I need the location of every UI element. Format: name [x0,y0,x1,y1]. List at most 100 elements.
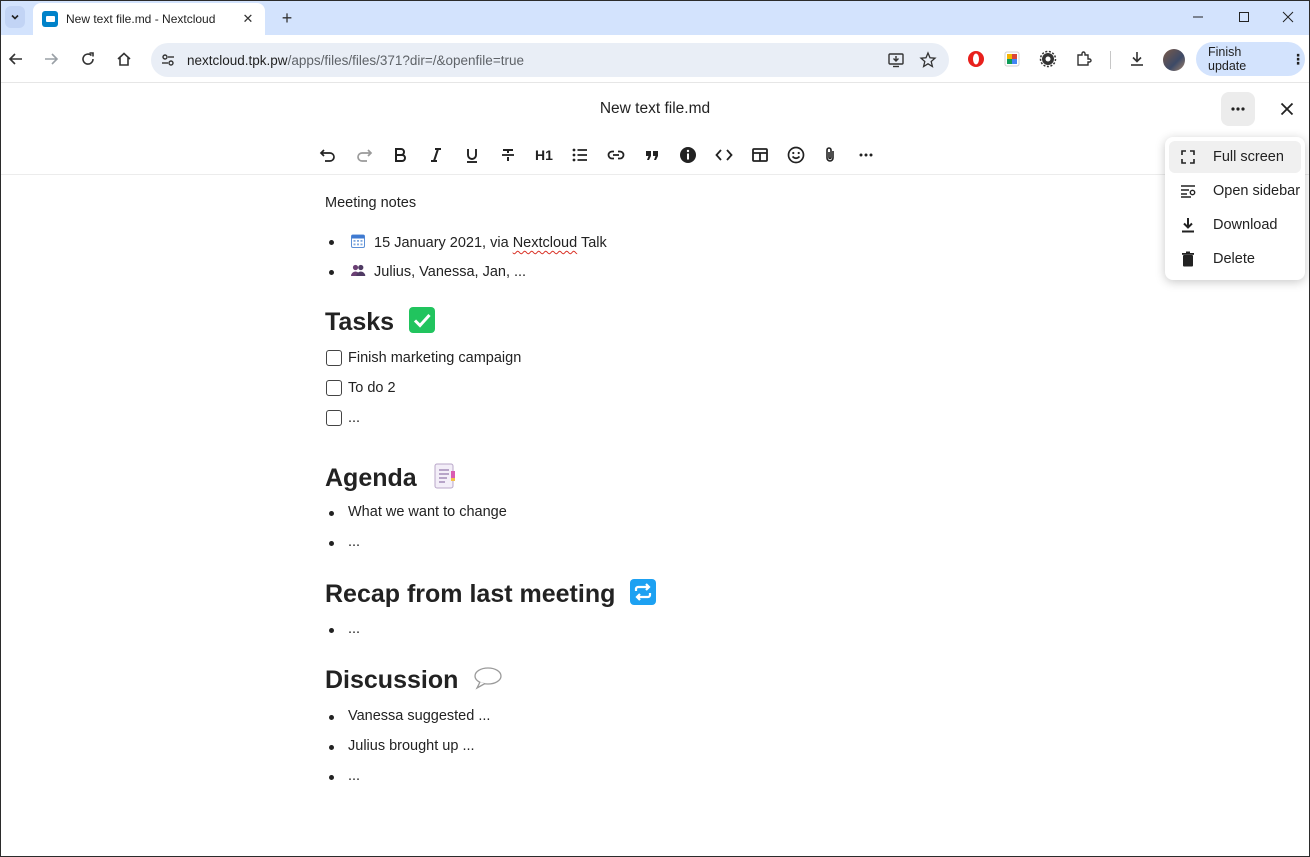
menu-item-delete[interactable]: Delete [1169,243,1301,275]
downloads-icon[interactable] [1125,47,1149,71]
discussion-item: Vanessa suggested ... [348,708,491,724]
more-horizontal-icon [1231,107,1245,111]
menu-item-label: Full screen [1213,149,1284,165]
bold-button[interactable] [388,143,412,167]
underline-button[interactable] [460,143,484,167]
task-checkbox[interactable] [326,350,342,366]
actions-dropdown-menu: Full screen Open sidebar Download Delete [1165,137,1305,280]
code-block-button[interactable] [712,143,736,167]
back-button[interactable] [4,47,28,71]
more-actions-button[interactable] [1221,92,1255,126]
list-bullet [329,715,334,720]
discussion-heading-text: Discussion [325,666,459,695]
browser-tab-active[interactable]: New text file.md - Nextcloud ✕ [33,3,265,35]
discussion-item: ... [348,768,361,784]
attachment-button[interactable] [818,143,842,167]
minimize-button[interactable] [1175,1,1221,33]
blockquote-button[interactable] [640,143,664,167]
maximize-icon [1239,12,1249,22]
underline-icon [467,149,477,163]
people-emoji-icon [350,263,366,281]
agenda-heading: Agenda [325,462,458,497]
tab-close-icon[interactable]: ✕ [239,10,257,28]
site-settings-icon[interactable] [159,51,177,69]
forward-button[interactable] [39,47,63,71]
menu-item-open-sidebar[interactable]: Open sidebar [1169,175,1301,207]
list-bullet [329,511,334,516]
tasks-heading-text: Tasks [325,308,395,337]
quote-icon [646,151,658,160]
opera-extension-icon[interactable] [964,47,988,71]
arrow-left-icon [8,53,22,65]
list-bullet [329,775,334,780]
date-text: 15 January 2021, via [374,234,513,251]
redo-button[interactable] [352,143,376,167]
redo-icon [357,149,373,162]
menu-item-download[interactable]: Download [1169,209,1301,241]
discussion-item: Julius brought up ... [348,738,475,754]
callout-button[interactable] [676,143,700,167]
table-button[interactable] [748,143,772,167]
task-item: To do 2 [348,380,396,396]
arrow-right-icon [45,53,59,65]
close-icon [1280,102,1294,116]
undo-button[interactable] [316,143,340,167]
task-checkbox[interactable] [326,410,342,426]
check-mark-emoji-icon [408,307,435,340]
bold-icon [395,148,406,162]
extensions-puzzle-icon[interactable] [1072,47,1096,71]
paperclip-icon [826,147,834,162]
window-close-button[interactable] [1265,1,1309,33]
profile-avatar[interactable] [1163,49,1185,71]
italic-icon [431,148,441,162]
list-bullet [329,628,334,633]
link-icon [607,150,625,160]
sidebar-icon [1179,182,1197,200]
finish-update-label: Finish update [1208,45,1247,73]
tab-search-button[interactable] [5,6,25,28]
strikethrough-icon [502,149,514,161]
new-tab-button[interactable]: + [277,8,297,28]
date-text-suffix: Talk [577,234,607,251]
menu-item-full-screen[interactable]: Full screen [1169,141,1301,173]
close-icon [1282,11,1294,23]
install-app-icon[interactable] [885,49,907,71]
url-path: /apps/files/files/371?dir=/&openfile=tru… [287,52,524,68]
repeat-emoji-icon [630,579,657,612]
task-checkbox[interactable] [326,380,342,396]
menu-item-label: Open sidebar [1213,183,1301,199]
emoji-button[interactable] [784,143,808,167]
agenda-heading-text: Agenda [325,464,417,493]
color-picker-extension-icon[interactable] [1000,47,1024,71]
finish-update-button[interactable]: Finish update ⋮ [1196,42,1305,76]
list-bullet [329,745,334,750]
attendees-text: Julius, Vanessa, Jan, ... [374,263,527,280]
home-button[interactable] [112,47,136,71]
bookmark-star-icon[interactable] [917,49,939,71]
intro-paragraph: Meeting notes [325,195,417,211]
browser-toolbar: nextcloud.tpk.pw/apps/files/files/371?di… [1,35,1309,83]
bullet-list-button[interactable] [568,143,592,167]
reload-button[interactable] [76,47,100,71]
address-bar[interactable]: nextcloud.tpk.pw/apps/files/files/371?di… [151,43,949,77]
speech-bubble-emoji-icon [473,666,503,697]
italic-button[interactable] [424,143,448,167]
code-icon [715,149,733,161]
more-formatting-button[interactable] [854,143,878,167]
more-horizontal-icon [859,153,873,157]
agenda-item: ... [348,534,361,550]
minimize-icon [1193,16,1203,18]
task-item: Finish marketing campaign [348,350,522,366]
reload-icon [82,52,94,65]
undo-icon [319,149,335,162]
settings-gear-extension-icon[interactable] [1036,47,1060,71]
strikethrough-button[interactable] [496,143,520,167]
link-button[interactable] [604,143,628,167]
url-host: nextcloud.tpk.pw [187,52,288,68]
close-editor-button[interactable] [1274,96,1300,122]
maximize-button[interactable] [1221,1,1267,33]
emoji-smile-icon [787,146,805,164]
heading-button[interactable]: H1 [532,143,556,167]
tab-strip: New text file.md - Nextcloud ✕ + [1,1,1309,35]
menu-item-label: Delete [1213,251,1255,267]
